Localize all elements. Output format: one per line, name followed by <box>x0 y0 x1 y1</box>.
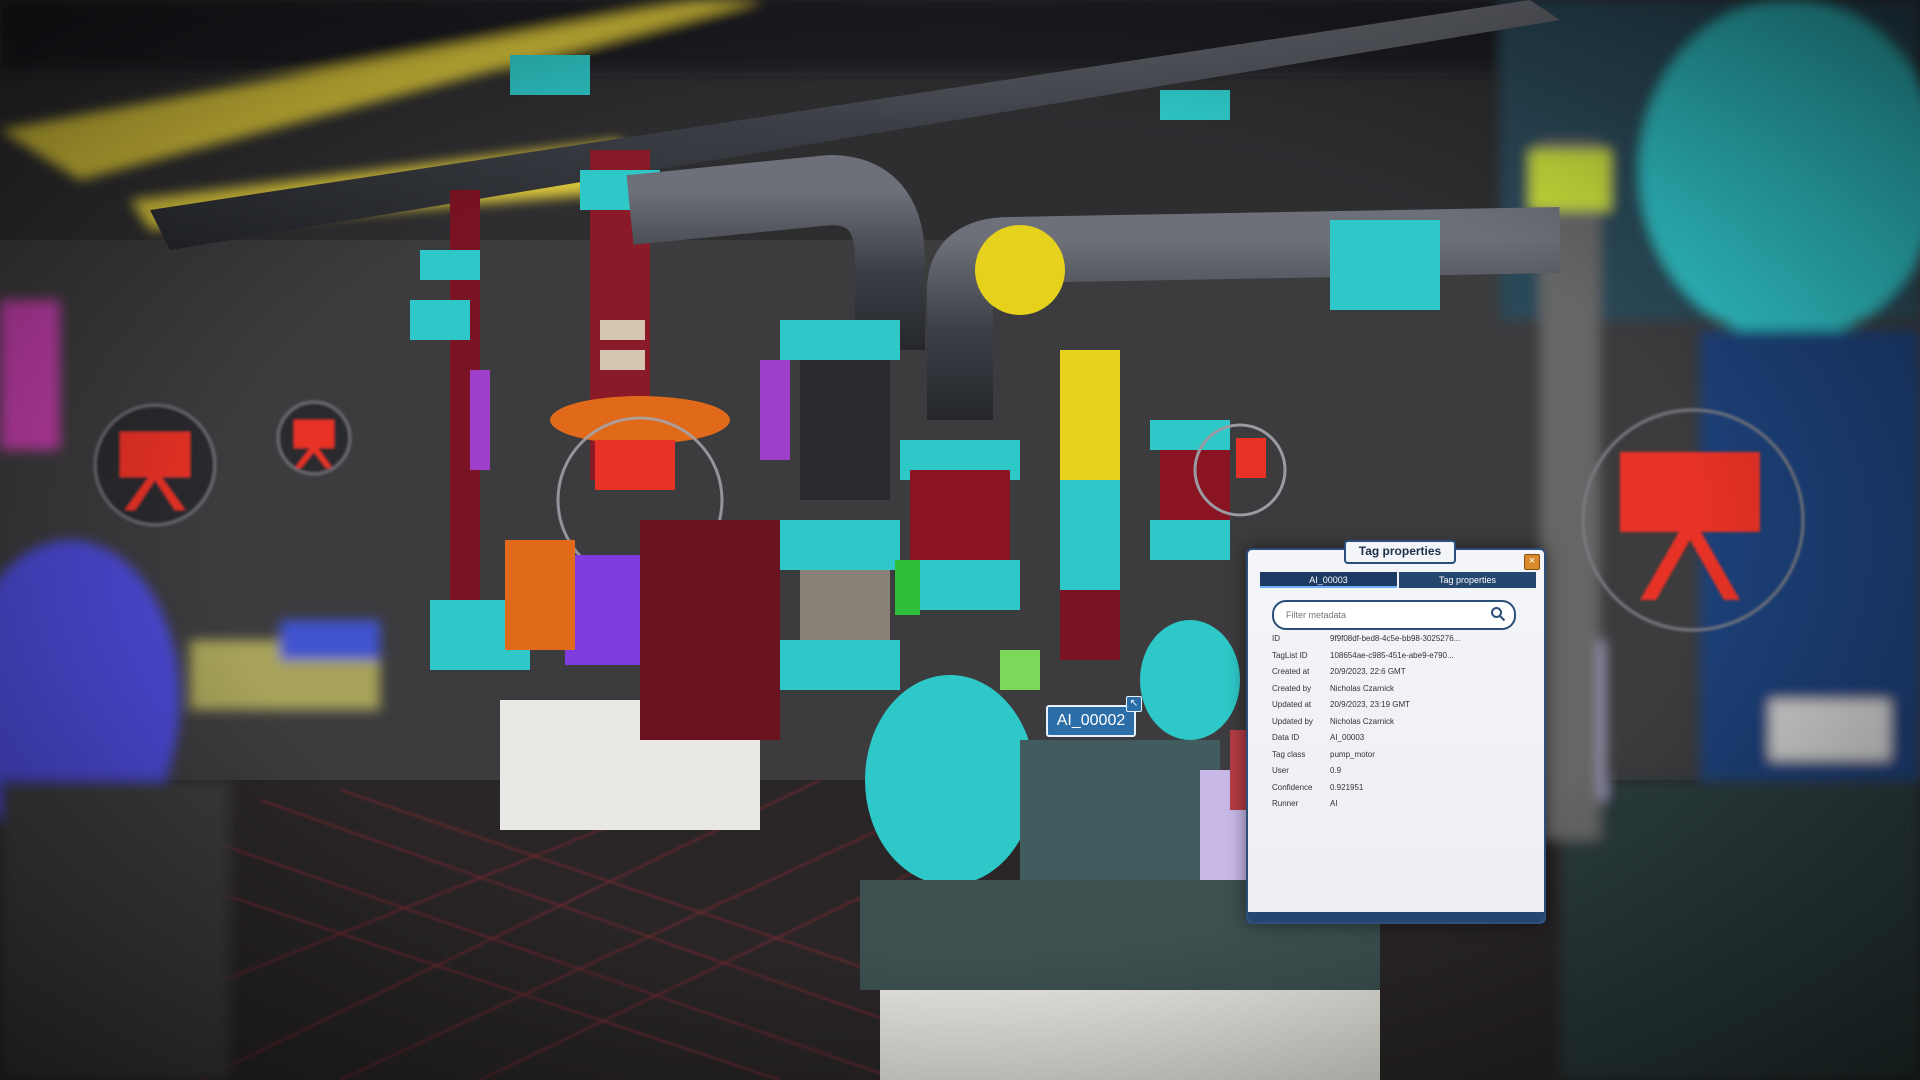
property-value: AI <box>1330 799 1338 808</box>
property-key: TagList ID <box>1272 650 1308 660</box>
panel-footer <box>1248 912 1544 922</box>
property-value: AI_00003 <box>1330 733 1365 742</box>
metadata-filter-input[interactable] <box>1284 606 1478 624</box>
property-row: Data ID AI_00003 <box>1272 733 1534 750</box>
property-key: Tag class <box>1272 749 1306 759</box>
tab-tag-properties[interactable]: Tag properties <box>1399 572 1536 588</box>
property-value: 20/9/2023, 23:19 GMT <box>1330 700 1411 709</box>
property-row: Created at 20/9/2023, 22:6 GMT <box>1272 667 1534 684</box>
property-value: Nicholas Czarnick <box>1330 683 1395 693</box>
property-value: Nicholas Czarnick <box>1330 716 1395 726</box>
search-icon[interactable] <box>1490 606 1506 622</box>
property-value: 20/9/2023, 22:6 GMT <box>1330 667 1406 676</box>
property-row: Updated at 20/9/2023, 23:19 GMT <box>1272 700 1534 717</box>
close-icon[interactable]: × <box>1524 554 1540 570</box>
property-row: Updated by Nicholas Czarnick <box>1272 717 1534 734</box>
properties-list: ID 9f9f08df-bed8-4c5e-bb98-3025276... Ta… <box>1272 634 1534 816</box>
property-key: User <box>1272 766 1289 775</box>
property-key: Created at <box>1272 667 1310 676</box>
property-value: pump_motor <box>1330 749 1375 759</box>
property-value: 0.921951 <box>1330 782 1364 792</box>
ai-tag-label[interactable]: AI_00002 <box>1046 705 1136 737</box>
property-row: ID 9f9f08df-bed8-4c5e-bb98-3025276... <box>1272 634 1534 651</box>
property-key: ID <box>1272 634 1280 643</box>
property-key: Created by <box>1272 683 1312 693</box>
property-key: Data ID <box>1272 733 1300 742</box>
property-value: 108654ae-c985-451e-abe9-e790... <box>1330 650 1454 660</box>
property-key: Confidence <box>1272 782 1313 792</box>
property-row: Created by Nicholas Czarnick <box>1272 684 1534 701</box>
property-value: 0.9 <box>1330 766 1342 775</box>
tag-properties-panel: Tag properties × AI_00003 Tag properties… <box>1246 540 1546 924</box>
property-key: Updated by <box>1272 716 1313 726</box>
scan-scene-viewport[interactable] <box>0 0 1920 1080</box>
property-key: Runner <box>1272 799 1299 808</box>
metadata-search <box>1272 600 1516 630</box>
panel-title: Tag properties <box>1344 540 1456 564</box>
property-value: 9f9f08df-bed8-4c5e-bb98-3025276... <box>1330 634 1461 643</box>
panel-tabs: AI_00003 Tag properties <box>1260 572 1536 588</box>
pin-icon[interactable]: ↖ <box>1126 696 1142 712</box>
property-row: Confidence 0.921951 <box>1272 783 1534 800</box>
property-row: Tag class pump_motor <box>1272 750 1534 767</box>
property-row: Runner AI <box>1272 799 1534 816</box>
property-row: TagList ID 108654ae-c985-451e-abe9-e790.… <box>1272 651 1534 668</box>
property-key: Updated at <box>1272 700 1312 709</box>
tab-data-id[interactable]: AI_00003 <box>1260 572 1397 588</box>
property-row: User 0.9 <box>1272 766 1534 783</box>
